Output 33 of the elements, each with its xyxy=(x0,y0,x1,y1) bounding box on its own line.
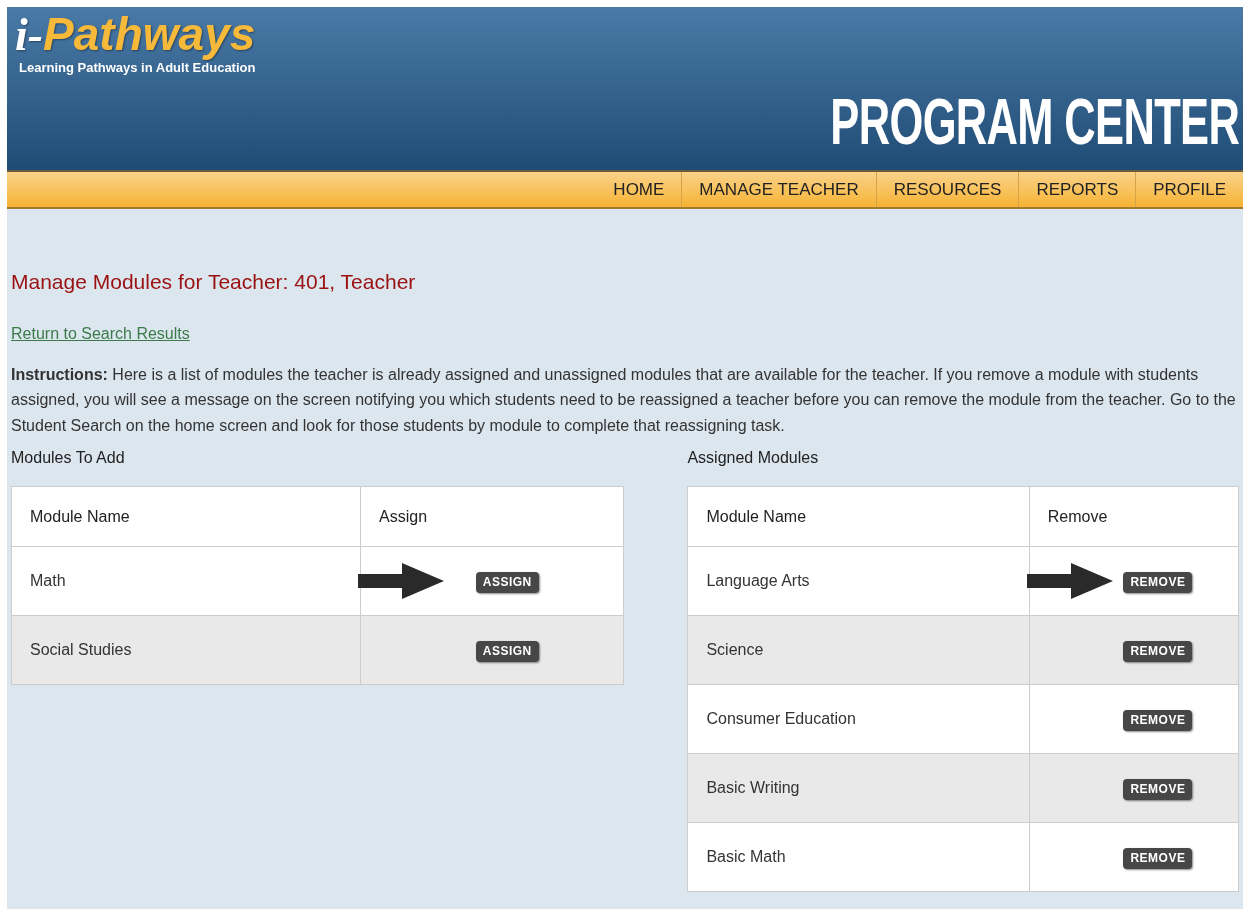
remove-button[interactable]: REMOVE xyxy=(1123,641,1193,662)
nav-link[interactable]: RESOURCES xyxy=(875,172,1019,207)
table-title: Modules To Add xyxy=(11,448,126,469)
column-header: Module Name xyxy=(687,486,1030,547)
assign-button[interactable]: ASSIGN xyxy=(475,641,539,662)
arrow-icon xyxy=(358,563,445,600)
column-header: Assign xyxy=(360,486,624,547)
module-name-cell: Social Studies xyxy=(11,615,361,685)
assign-button[interactable]: ASSIGN xyxy=(475,572,539,593)
nav-link[interactable]: REPORTS xyxy=(1018,172,1136,207)
nav-link[interactable]: PROFILE xyxy=(1135,172,1243,207)
logo: i-Pathways xyxy=(15,11,256,58)
module-name-cell: Basic Math xyxy=(687,822,1030,892)
remove-button[interactable]: REMOVE xyxy=(1123,572,1193,593)
module-name-cell: Science xyxy=(687,615,1030,685)
module-name-cell: Language Arts xyxy=(687,546,1030,616)
remove-button[interactable]: REMOVE xyxy=(1123,848,1193,869)
return-link[interactable]: Return to Search Results xyxy=(11,324,190,342)
table-title: Assigned Modules xyxy=(687,448,820,469)
page-heading: Manage Modules for Teacher: 401, Teacher xyxy=(11,269,417,295)
remove-button[interactable]: REMOVE xyxy=(1123,779,1193,800)
instructions-text: Instructions: Here is a list of modules the teacher is already assigned and unassigned modules that are available for the teacher. If you remove a module with students assigned, you will see a message on the screen notifying you which students need to be reassigned a teacher before you can remove the module from the teacher. Go to the Student Search on the home screen and look for those students by module to complete that reassigning task. xyxy=(11,364,1237,436)
remove-button[interactable]: REMOVE xyxy=(1123,710,1193,731)
column-header: Remove xyxy=(1029,486,1239,547)
module-name-cell: Basic Writing xyxy=(687,753,1030,823)
arrow-icon xyxy=(1026,563,1113,600)
tagline: Learning Pathways in Adult Education xyxy=(18,60,256,77)
nav-link[interactable]: HOME xyxy=(596,172,682,207)
page-banner-title: PROGRAM CENTER xyxy=(830,90,1239,154)
column-header: Module Name xyxy=(11,486,361,547)
module-name-cell: Math xyxy=(11,546,361,616)
nav-link[interactable]: MANAGE TEACHER xyxy=(681,172,876,207)
module-name-cell: Consumer Education xyxy=(687,684,1030,754)
